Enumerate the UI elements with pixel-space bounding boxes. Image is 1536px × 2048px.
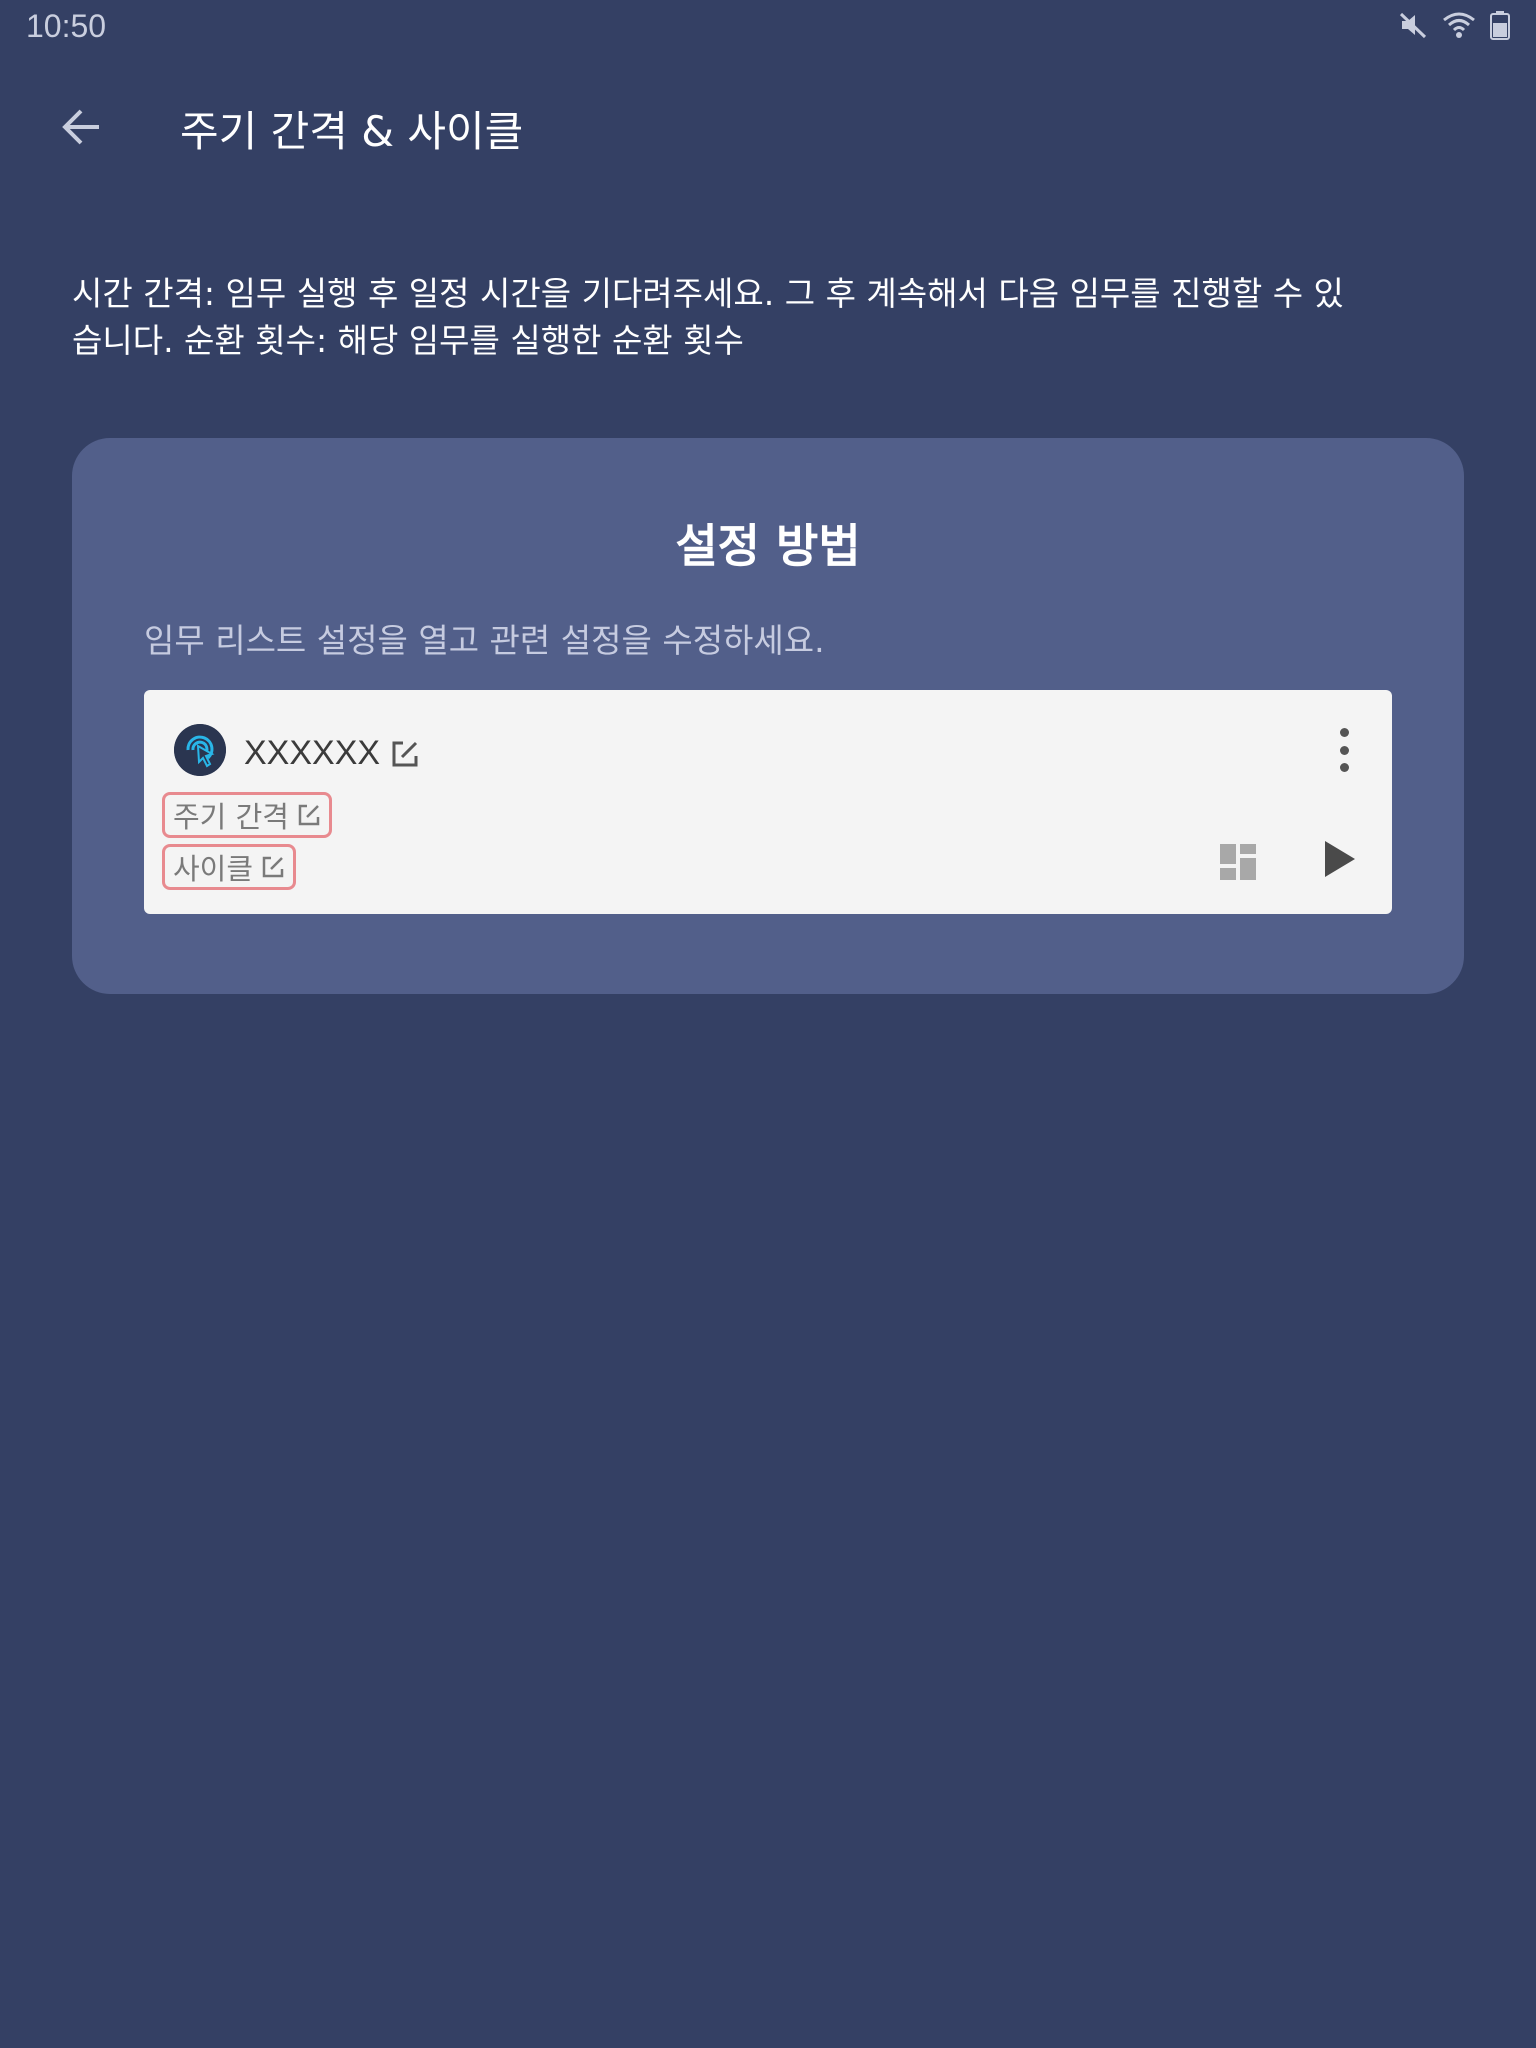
play-icon (1321, 839, 1357, 883)
edit-icon[interactable] (390, 739, 420, 769)
back-button[interactable] (48, 96, 114, 162)
guide-title: 설정 방법 (675, 519, 861, 573)
task-item-example: XXXXXX 주기 간격 사이클 (144, 690, 1392, 914)
play-button[interactable] (1316, 838, 1362, 884)
task-name-row[interactable]: XXXXXX (244, 734, 420, 773)
widget-button[interactable] (1218, 842, 1258, 882)
app-logo-icon (174, 724, 226, 776)
page-title: 주기 간격 & 사이클 (180, 107, 524, 156)
guide-subtitle: 임무 리스트 설정을 열고 관련 설정을 수정하세요. (144, 621, 825, 660)
task-name: XXXXXX (244, 734, 381, 772)
more-vert-button[interactable] (1332, 728, 1356, 772)
status-time: 10:50 (26, 8, 107, 44)
arrow-back-icon (59, 107, 103, 151)
description-text: 시간 간격: 임무 실행 후 일정 시간을 기다려주세요. 그 후 계속해서 다… (72, 274, 1344, 360)
cycle-label: 사이클 (173, 852, 254, 886)
guide-card: 설정 방법 임무 리스트 설정을 열고 관련 설정을 수정하세요. XXXXXX (72, 438, 1464, 994)
wifi-icon (1442, 10, 1476, 40)
more-vert-icon (1339, 728, 1349, 737)
widget-icon (1218, 844, 1258, 886)
status-icons (1398, 10, 1510, 40)
mute-icon (1398, 10, 1428, 40)
cycle-setting-chip[interactable]: 사이클 (162, 844, 297, 890)
interval-label: 주기 간격 (173, 800, 289, 834)
status-bar: 10:50 (0, 0, 1536, 56)
interval-setting-chip[interactable]: 주기 간격 (162, 792, 332, 838)
battery-icon (1490, 10, 1510, 40)
edit-icon (261, 855, 285, 879)
edit-icon (297, 803, 321, 827)
app-bar: 주기 간격 & 사이클 (0, 80, 1536, 174)
